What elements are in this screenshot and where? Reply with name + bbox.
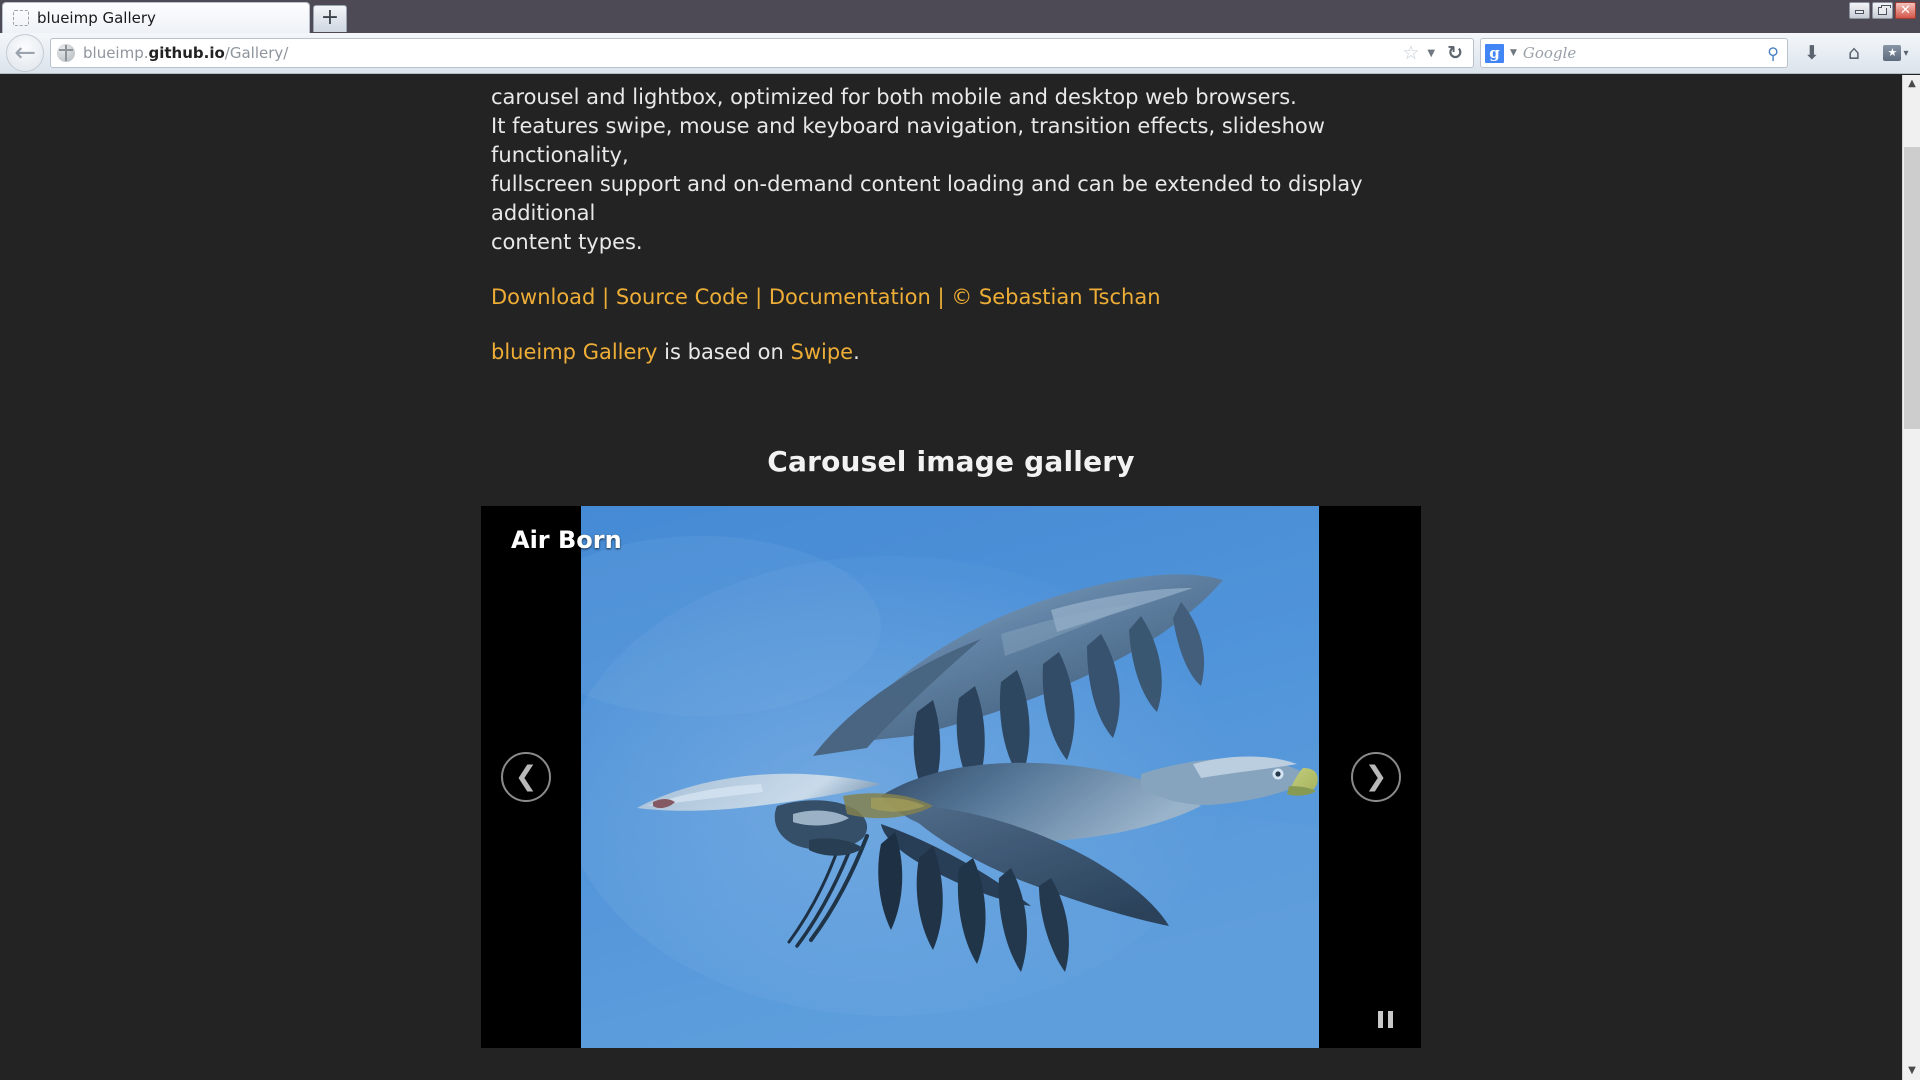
page-scrollbar[interactable]: ▲ ▼	[1902, 75, 1920, 1080]
tab-strip: blueimp Gallery +	[0, 0, 347, 33]
carousel-play-pause-button[interactable]	[1378, 1011, 1393, 1028]
close-icon: ✕	[1900, 3, 1911, 18]
source-code-link[interactable]: Source Code	[616, 285, 749, 309]
search-input[interactable]: Google	[1523, 44, 1761, 62]
intro-paragraph: carousel and lightbox, optimized for bot…	[491, 83, 1411, 257]
bookmarks-button[interactable]: ★ ▾	[1878, 37, 1914, 69]
browser-titlebar: blueimp Gallery + ✕	[0, 0, 1920, 33]
back-button[interactable]: ←	[6, 34, 44, 72]
based-on-middle: is based on	[657, 340, 791, 364]
based-on-period: .	[853, 340, 860, 364]
eagle-photo	[581, 506, 1319, 1048]
search-icon[interactable]: ⚲	[1767, 44, 1783, 63]
bookmarks-star-icon: ★	[1883, 45, 1902, 61]
intro-line-1: carousel and lightbox, optimized for bot…	[491, 85, 1297, 109]
links-row: Download | Source Code | Documentation |…	[491, 283, 1411, 312]
reload-icon[interactable]: ↻	[1443, 42, 1467, 64]
navigation-toolbar: ← blueimp.github.io/Gallery/ ☆ ▼ ↻ g ▼ G…	[0, 33, 1920, 74]
downloads-button[interactable]: ⬇	[1794, 37, 1830, 69]
address-bar[interactable]: blueimp.github.io/Gallery/ ☆ ▼ ↻	[50, 38, 1474, 68]
bookmark-star-icon[interactable]: ☆	[1402, 42, 1419, 64]
chevron-down-icon[interactable]: ▼	[1510, 48, 1517, 58]
pause-icon	[1378, 1011, 1383, 1028]
scroll-up-button[interactable]: ▲	[1903, 75, 1920, 93]
chevron-right-icon: ❯	[1364, 761, 1388, 792]
intro-line-2: It features swipe, mouse and keyboard na…	[491, 114, 1325, 167]
tab-title: blueimp Gallery	[37, 9, 156, 27]
chevron-left-icon: ❮	[514, 761, 538, 792]
url-domain: github.io	[148, 44, 225, 62]
url-text: blueimp.github.io/Gallery/	[83, 44, 1394, 62]
carousel-prev-button[interactable]: ❮	[501, 752, 551, 802]
home-icon: ⌂	[1847, 42, 1861, 64]
browser-window: blueimp Gallery + ✕ ← blueimp.github.io/…	[0, 0, 1920, 1080]
page-content: carousel and lightbox, optimized for bot…	[0, 75, 1902, 1080]
url-prefix: blueimp.	[83, 44, 149, 62]
link-separator: |	[937, 285, 945, 309]
close-button[interactable]: ✕	[1895, 2, 1916, 19]
download-link[interactable]: Download	[491, 285, 595, 309]
image-carousel[interactable]: Air Born ❮ ❯	[481, 506, 1421, 1048]
back-arrow-icon: ←	[14, 38, 36, 68]
link-separator: |	[602, 285, 610, 309]
blueimp-gallery-link[interactable]: blueimp Gallery	[491, 340, 657, 364]
placeholder-favicon-icon	[13, 10, 29, 26]
window-controls: ✕	[1849, 2, 1916, 19]
intro-line-4: content types.	[491, 230, 643, 254]
carousel-slide-title: Air Born	[511, 526, 622, 554]
search-bar[interactable]: g ▼ Google ⚲	[1480, 38, 1788, 68]
chevron-down-icon[interactable]: ▼	[1427, 48, 1435, 59]
scroll-down-button[interactable]: ▼	[1903, 1062, 1920, 1080]
pause-icon	[1388, 1011, 1393, 1028]
new-tab-button[interactable]: +	[313, 5, 347, 32]
carousel-next-button[interactable]: ❯	[1351, 752, 1401, 802]
intro-line-3: fullscreen support and on-demand content…	[491, 172, 1363, 225]
maximize-restore-button[interactable]	[1872, 2, 1893, 19]
page-viewport: carousel and lightbox, optimized for bot…	[0, 75, 1920, 1080]
minimize-button[interactable]	[1849, 2, 1870, 19]
based-on-row: blueimp Gallery is based on Swipe.	[491, 338, 1411, 367]
copyright-link[interactable]: © Sebastian Tschan	[951, 285, 1160, 309]
browser-tab[interactable]: blueimp Gallery	[2, 2, 310, 33]
heading-carousel-image-gallery: Carousel image gallery	[767, 445, 1135, 478]
scrollbar-thumb[interactable]	[1904, 147, 1920, 429]
google-icon[interactable]: g	[1485, 43, 1504, 63]
download-icon: ⬇	[1804, 42, 1820, 64]
globe-icon	[57, 44, 75, 62]
swipe-link[interactable]: Swipe	[791, 340, 854, 364]
url-path: /Gallery/	[224, 44, 289, 62]
documentation-link[interactable]: Documentation	[769, 285, 931, 309]
link-separator: |	[755, 285, 763, 309]
content-column: carousel and lightbox, optimized for bot…	[491, 83, 1411, 367]
home-button[interactable]: ⌂	[1836, 37, 1872, 69]
chevron-down-icon: ▾	[1903, 47, 1909, 59]
carousel-slide-image[interactable]	[581, 506, 1319, 1048]
